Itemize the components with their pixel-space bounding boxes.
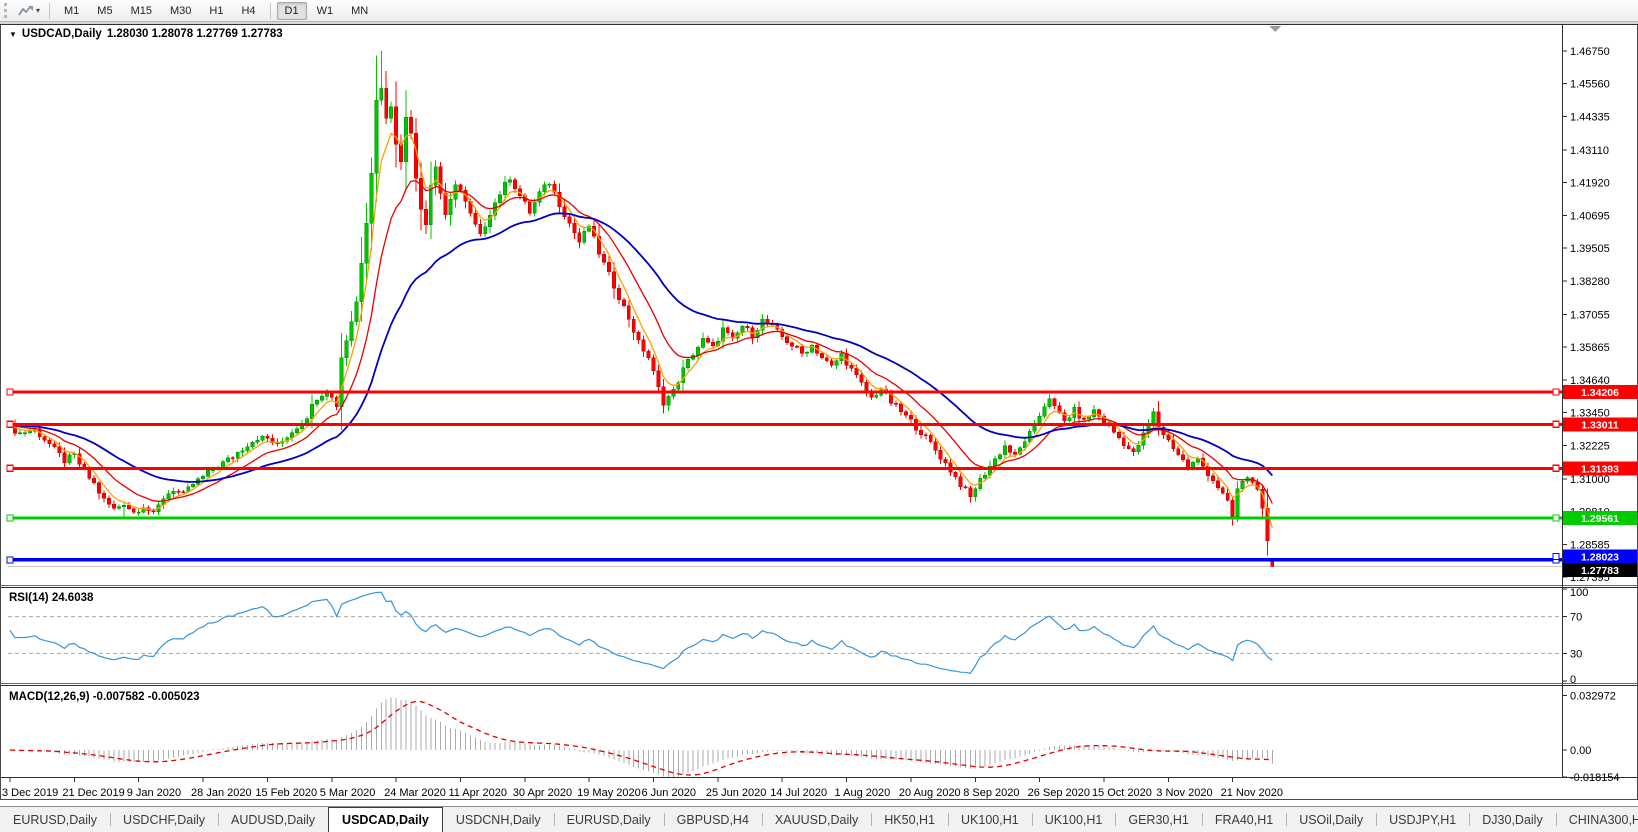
- toolbar: ▾ M1M5M15M30H1H4 D1W1MN: [0, 0, 1638, 22]
- svg-text:30 Apr 2020: 30 Apr 2020: [513, 787, 572, 799]
- symbol-tab-china300-h1[interactable]: CHINA300,H1: [1556, 807, 1638, 832]
- chart-ohlc-values: 1.28030 1.28078 1.27769 1.27783: [107, 28, 283, 40]
- toolbar-separator: [270, 3, 271, 19]
- svg-text:19 May 2020: 19 May 2020: [577, 787, 641, 799]
- price-axis: 1.46750 1.45560 1.44335 1.43110 1.41920 1.406…: [1562, 46, 1620, 784]
- svg-text:25 Jun 2020: 25 Jun 2020: [706, 787, 767, 799]
- rsi-panel: [8, 592, 1562, 673]
- svg-text:21 Dec 2019: 21 Dec 2019: [62, 787, 124, 799]
- price-chart[interactable]: 1.46750 1.45560 1.44335 1.43110 1.41920 1.406…: [0, 22, 1638, 800]
- symbol-tab-uk100-h1[interactable]: UK100,H1: [948, 807, 1032, 832]
- svg-text:1.32225: 1.32225: [1570, 441, 1610, 453]
- svg-text:100: 100: [1570, 587, 1588, 599]
- macd-label: MACD(12,26,9) -0.007582 -0.005023: [9, 691, 200, 703]
- svg-text:1.46750: 1.46750: [1570, 46, 1610, 58]
- svg-text:1.43110: 1.43110: [1570, 145, 1609, 157]
- symbol-tab-hk50-h1[interactable]: HK50,H1: [871, 807, 948, 832]
- symbol-tab-fra40-h1[interactable]: FRA40,H1: [1202, 807, 1286, 832]
- toolbar-drag-handle[interactable]: [4, 3, 11, 18]
- svg-text:1.34206: 1.34206: [1581, 387, 1619, 399]
- date-axis: 3 Dec 2019 21 Dec 20199 Jan 2020 28 Jan 20…: [2, 778, 1283, 799]
- symbol-tab-usdcad-daily[interactable]: USDCAD,Daily: [328, 807, 443, 832]
- svg-text:1.33011: 1.33011: [1581, 419, 1619, 431]
- rsi-label: RSI(14) 24.6038: [9, 592, 93, 604]
- svg-text:8 Sep 2020: 8 Sep 2020: [963, 787, 1019, 799]
- svg-text:70: 70: [1570, 612, 1582, 624]
- svg-text:1.28023: 1.28023: [1581, 551, 1619, 563]
- macd-panel: [10, 697, 1272, 777]
- macd-signal: [10, 702, 1272, 776]
- candles-layer: [8, 51, 1274, 567]
- symbol-tab-ger30-h1[interactable]: GER30,H1: [1115, 807, 1201, 832]
- svg-text:1.45560: 1.45560: [1570, 78, 1610, 90]
- timeframe-button-M1[interactable]: M1: [56, 2, 87, 20]
- svg-text:1.37055: 1.37055: [1570, 309, 1610, 321]
- level-lines-layer: [7, 389, 1562, 563]
- timeframe-button-group: M1M5M15M30H1H4 D1W1MN: [55, 2, 377, 20]
- svg-text:20 Aug 2020: 20 Aug 2020: [899, 787, 961, 799]
- svg-text:1.35865: 1.35865: [1570, 342, 1610, 354]
- svg-text:0.032972: 0.032972: [1570, 691, 1616, 703]
- svg-text:1.27783: 1.27783: [1581, 565, 1619, 577]
- svg-text:30: 30: [1570, 648, 1582, 660]
- chart-window: 1.46750 1.45560 1.44335 1.43110 1.41920 1.406…: [0, 22, 1638, 800]
- symbol-tab-uk100-h1[interactable]: UK100,H1: [1032, 807, 1116, 832]
- ma-line-34: [10, 213, 1272, 482]
- timeframe-button-H4[interactable]: H4: [233, 2, 263, 20]
- symbol-tab-bar: EURUSD,DailyUSDCHF,DailyAUDUSD,DailyUSDC…: [0, 806, 1638, 832]
- symbol-tab-eurusd-daily[interactable]: EURUSD,Daily: [0, 807, 110, 832]
- chart-symbol-label: USDCAD,Daily: [22, 28, 102, 40]
- chart-title: ▼ USDCAD,Daily 1.28030 1.28078 1.27769 1…: [9, 28, 283, 40]
- symbol-tab-xauusd-daily[interactable]: XAUUSD,Daily: [762, 807, 871, 832]
- svg-text:1.40695: 1.40695: [1570, 211, 1610, 223]
- svg-text:1.29561: 1.29561: [1581, 513, 1619, 525]
- symbol-tab-gbpusd-h4[interactable]: GBPUSD,H4: [664, 807, 762, 832]
- timeframe-button-M30[interactable]: M30: [162, 2, 199, 20]
- timeframe-button-H1[interactable]: H1: [201, 2, 231, 20]
- svg-text:1.41920: 1.41920: [1570, 177, 1610, 189]
- svg-text:28 Jan 2020: 28 Jan 2020: [191, 787, 252, 799]
- symbol-tab-eurusd-daily[interactable]: EURUSD,Daily: [554, 807, 664, 832]
- symbol-tab-audusd-daily[interactable]: AUDUSD,Daily: [218, 807, 328, 832]
- symbol-tab-usdcnh-daily[interactable]: USDCNH,Daily: [443, 807, 554, 832]
- symbol-tab-usdjpy-h1[interactable]: USDJPY,H1: [1376, 807, 1469, 832]
- timeframe-button-W1[interactable]: W1: [309, 2, 342, 20]
- svg-text:0: 0: [1570, 674, 1576, 686]
- chart-shift-marker-icon: [1269, 26, 1281, 32]
- ma-line-13: [10, 181, 1272, 504]
- timeframe-button-MN[interactable]: MN: [343, 2, 376, 20]
- timeframe-button-M5[interactable]: M5: [89, 2, 120, 20]
- svg-text:3 Dec 2019: 3 Dec 2019: [2, 787, 58, 799]
- svg-text:0.00: 0.00: [1570, 745, 1591, 757]
- svg-text:24 Mar 2020: 24 Mar 2020: [384, 787, 446, 799]
- timeframe-button-M15[interactable]: M15: [123, 2, 160, 20]
- svg-text:1.31000: 1.31000: [1570, 474, 1610, 486]
- svg-text:9 Jan 2020: 9 Jan 2020: [127, 787, 181, 799]
- svg-text:1.39505: 1.39505: [1570, 243, 1610, 255]
- chart-tool-caret-icon[interactable]: ▾: [36, 6, 40, 15]
- chart-tool-icon[interactable]: [18, 4, 34, 18]
- collapse-icon[interactable]: ▼: [9, 30, 17, 39]
- svg-text:1 Aug 2020: 1 Aug 2020: [835, 787, 891, 799]
- svg-text:21 Nov 2020: 21 Nov 2020: [1221, 787, 1283, 799]
- svg-text:14 Jul 2020: 14 Jul 2020: [770, 787, 827, 799]
- toolbar-separator: [49, 3, 50, 19]
- svg-text:26 Sep 2020: 26 Sep 2020: [1028, 787, 1090, 799]
- symbol-tab-usoil-daily[interactable]: USOil,Daily: [1286, 807, 1376, 832]
- symbol-tab-dj30-daily[interactable]: DJ30,Daily: [1469, 807, 1555, 832]
- svg-text:11 Apr 2020: 11 Apr 2020: [448, 787, 507, 799]
- svg-text:-0.018154: -0.018154: [1570, 772, 1620, 784]
- svg-text:5 Mar 2020: 5 Mar 2020: [320, 787, 376, 799]
- svg-text:6 Jun 2020: 6 Jun 2020: [642, 787, 696, 799]
- svg-text:3 Nov 2020: 3 Nov 2020: [1156, 787, 1212, 799]
- borders-layer: [0, 22, 1638, 800]
- svg-text:15 Oct 2020: 15 Oct 2020: [1092, 787, 1152, 799]
- svg-text:1.38280: 1.38280: [1570, 276, 1610, 288]
- symbol-tab-usdchf-daily[interactable]: USDCHF,Daily: [110, 807, 218, 832]
- timeframe-button-D1[interactable]: D1: [277, 2, 307, 20]
- svg-text:1.44335: 1.44335: [1570, 112, 1610, 124]
- svg-text:15 Feb 2020: 15 Feb 2020: [255, 787, 317, 799]
- svg-text:1.31393: 1.31393: [1581, 463, 1619, 475]
